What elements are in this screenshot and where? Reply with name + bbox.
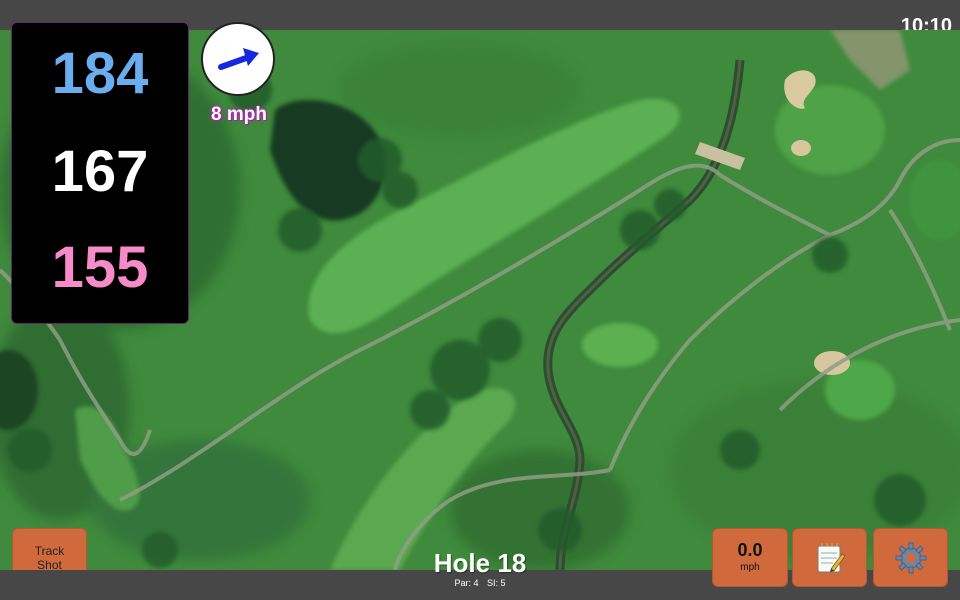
notepad-icon: [817, 542, 845, 572]
speed-button[interactable]: 0.0 mph: [712, 528, 788, 587]
hole-stroke-index: SI: 5: [487, 578, 506, 588]
wind-indicator: [201, 22, 275, 96]
gear-icon: [895, 542, 926, 573]
wind-speed-label: 8 mph: [211, 104, 267, 125]
hole-par: Par: 4: [454, 578, 479, 588]
speed-unit: mph: [740, 561, 760, 573]
hole-title: Hole 18: [433, 548, 527, 578]
track-shot-label-line1: Track: [34, 543, 65, 558]
settings-button[interactable]: [873, 528, 948, 587]
speed-value: 0.0: [737, 539, 763, 560]
notes-button[interactable]: [792, 528, 867, 587]
hole-info: Par: 4 SI: 5: [380, 578, 580, 588]
wind-arrow-icon: [218, 48, 259, 70]
distance-panel: 184 167 155: [11, 22, 189, 324]
distance-back: 184: [51, 41, 149, 106]
distance-front: 155: [51, 235, 149, 300]
distance-middle: 167: [51, 139, 149, 204]
